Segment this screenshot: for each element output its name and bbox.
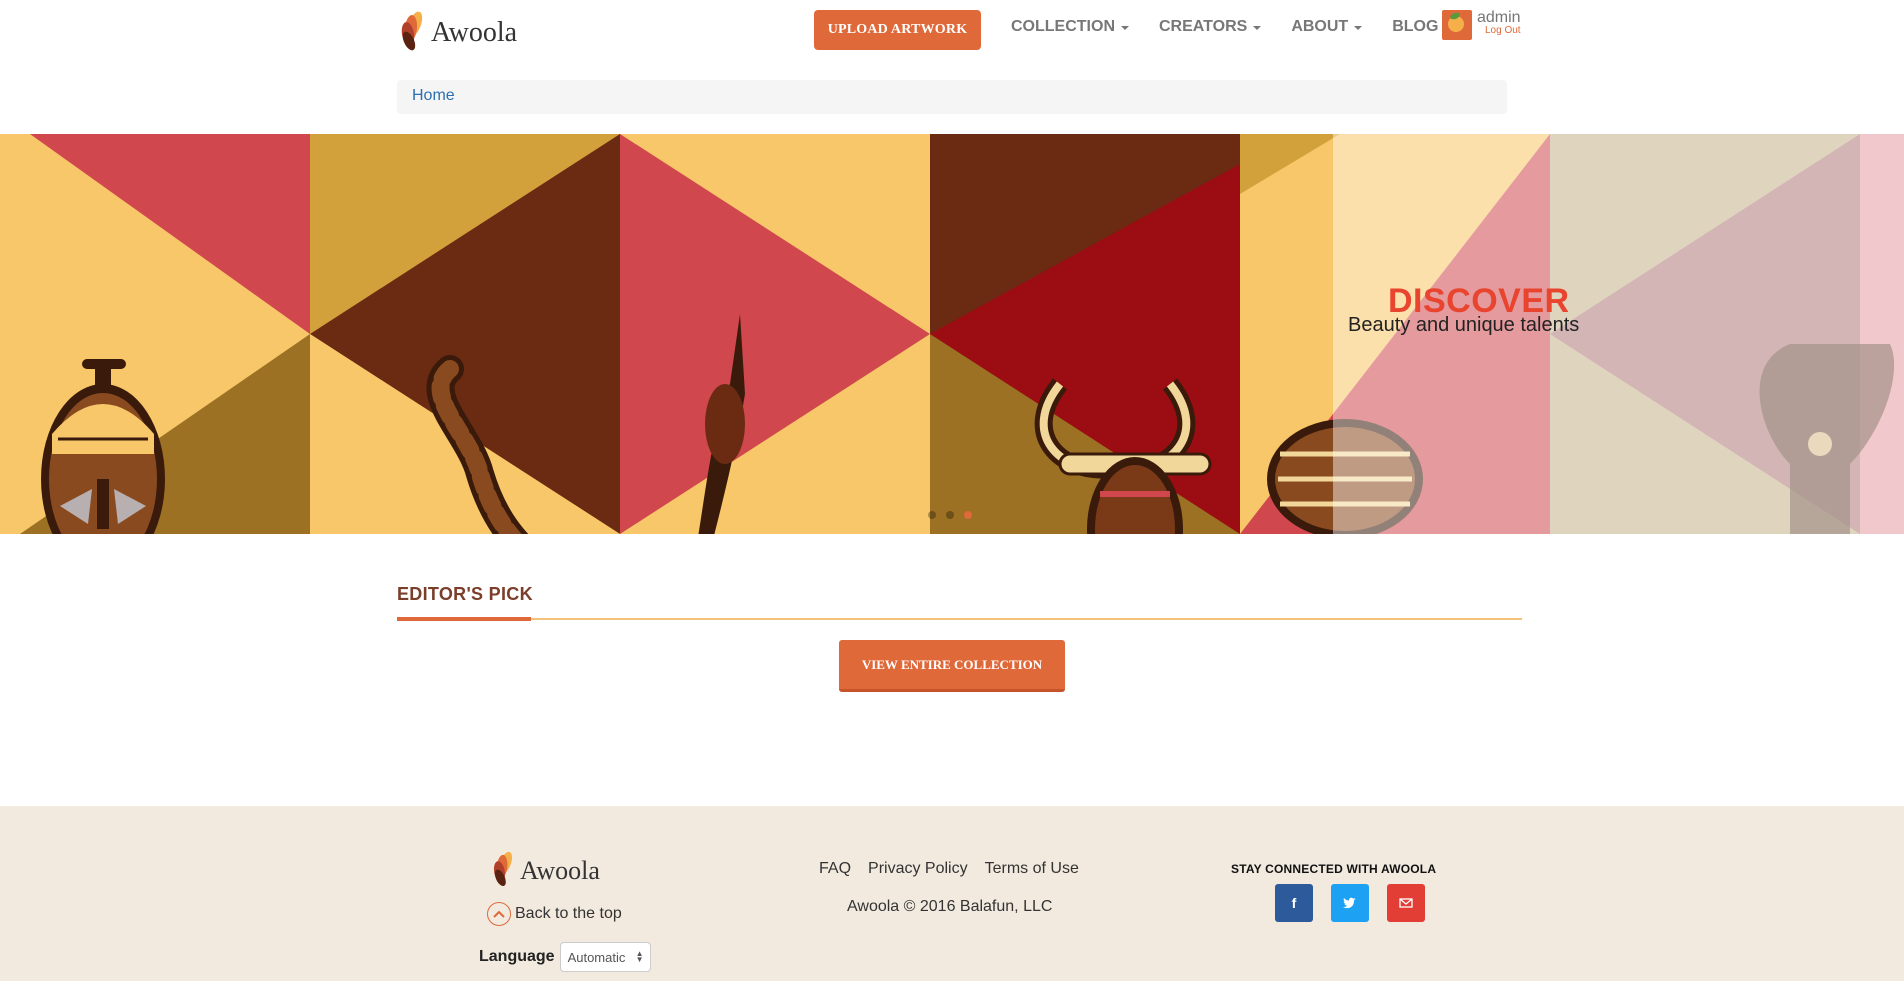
nav-label: COLLECTION (1011, 18, 1115, 35)
carousel-dot-active[interactable] (964, 511, 972, 519)
section-divider (397, 618, 1522, 620)
back-to-top-link[interactable]: Back to the top (487, 902, 622, 926)
nav-collection[interactable]: COLLECTION (1011, 18, 1129, 36)
mail-icon (1399, 898, 1413, 908)
logo-icon (493, 851, 512, 887)
nav-blog[interactable]: BLOG (1392, 18, 1438, 36)
view-collection-button[interactable]: VIEW ENTIRE COLLECTION (839, 640, 1065, 692)
caret-down-icon (1253, 26, 1262, 30)
avatar[interactable] (1442, 10, 1472, 40)
logo-icon (401, 11, 423, 51)
language-picker: Language Automatic ▲ ▼ (479, 942, 651, 972)
editors-pick-heading: EDITOR'S PICK (397, 584, 533, 604)
main-nav: COLLECTION CREATORS ABOUT BLOG (1011, 18, 1468, 36)
social-links: f (1275, 884, 1443, 922)
back-to-top-label: Back to the top (515, 905, 622, 922)
hero-subtitle: Beauty and unique talents (1348, 314, 1580, 336)
nav-label: BLOG (1392, 18, 1439, 35)
copyright-text: Awoola © 2016 Balafun, LLC (847, 898, 1053, 915)
terms-of-use-link[interactable]: Terms of Use (985, 860, 1079, 878)
brand-name: Awoola (431, 17, 518, 48)
select-arrows-icon: ▲ ▼ (635, 949, 644, 964)
breadcrumb-home-link[interactable]: Home (412, 87, 455, 104)
nav-creators[interactable]: CREATORS (1159, 18, 1262, 36)
stay-connected-heading: STAY CONNECTED WITH AWOOLA (1231, 862, 1437, 876)
logout-link[interactable]: Log Out (1485, 26, 1521, 36)
caret-down-icon (1121, 26, 1129, 30)
language-select[interactable]: Automatic ▲ ▼ (559, 942, 651, 972)
nav-label: ABOUT (1291, 18, 1349, 35)
navbar: Awoola UPLOAD ARTWORK COLLECTION CREATOR… (0, 0, 1904, 68)
nav-label: CREATORS (1159, 18, 1248, 35)
facebook-icon: f (1291, 895, 1297, 911)
footer-links: FAQ Privacy Policy Terms of Use (819, 860, 1096, 878)
nav-about[interactable]: ABOUT (1291, 18, 1363, 36)
section-divider-accent (397, 617, 531, 621)
footer-brand-name: Awoola (520, 856, 600, 885)
footer-logo[interactable]: Awoola (488, 848, 600, 890)
facebook-button[interactable]: f (1275, 884, 1313, 922)
carousel-indicators (928, 511, 982, 519)
carousel-dot[interactable] (928, 511, 936, 519)
language-label: Language (479, 948, 555, 965)
caret-down-icon (1354, 26, 1363, 30)
footer: Awoola Back to the top Language Automati… (0, 806, 1904, 981)
upload-artwork-button[interactable]: UPLOAD ARTWORK (814, 10, 981, 50)
chevron-up-icon (487, 902, 511, 926)
carousel-dot[interactable] (946, 511, 954, 519)
email-button[interactable] (1387, 884, 1425, 922)
breadcrumb: Home (397, 80, 1507, 114)
twitter-button[interactable] (1331, 884, 1369, 922)
privacy-policy-link[interactable]: Privacy Policy (868, 860, 968, 878)
language-value: Automatic (567, 949, 626, 965)
faq-link[interactable]: FAQ (819, 860, 851, 878)
user-name: admin (1477, 9, 1521, 26)
hero-carousel[interactable]: DISCOVER Beauty and unique talents (0, 134, 1904, 534)
twitter-icon (1343, 897, 1356, 909)
brand-logo[interactable]: Awoola (395, 8, 517, 54)
user-menu[interactable]: admin Log Out (1442, 10, 1521, 40)
